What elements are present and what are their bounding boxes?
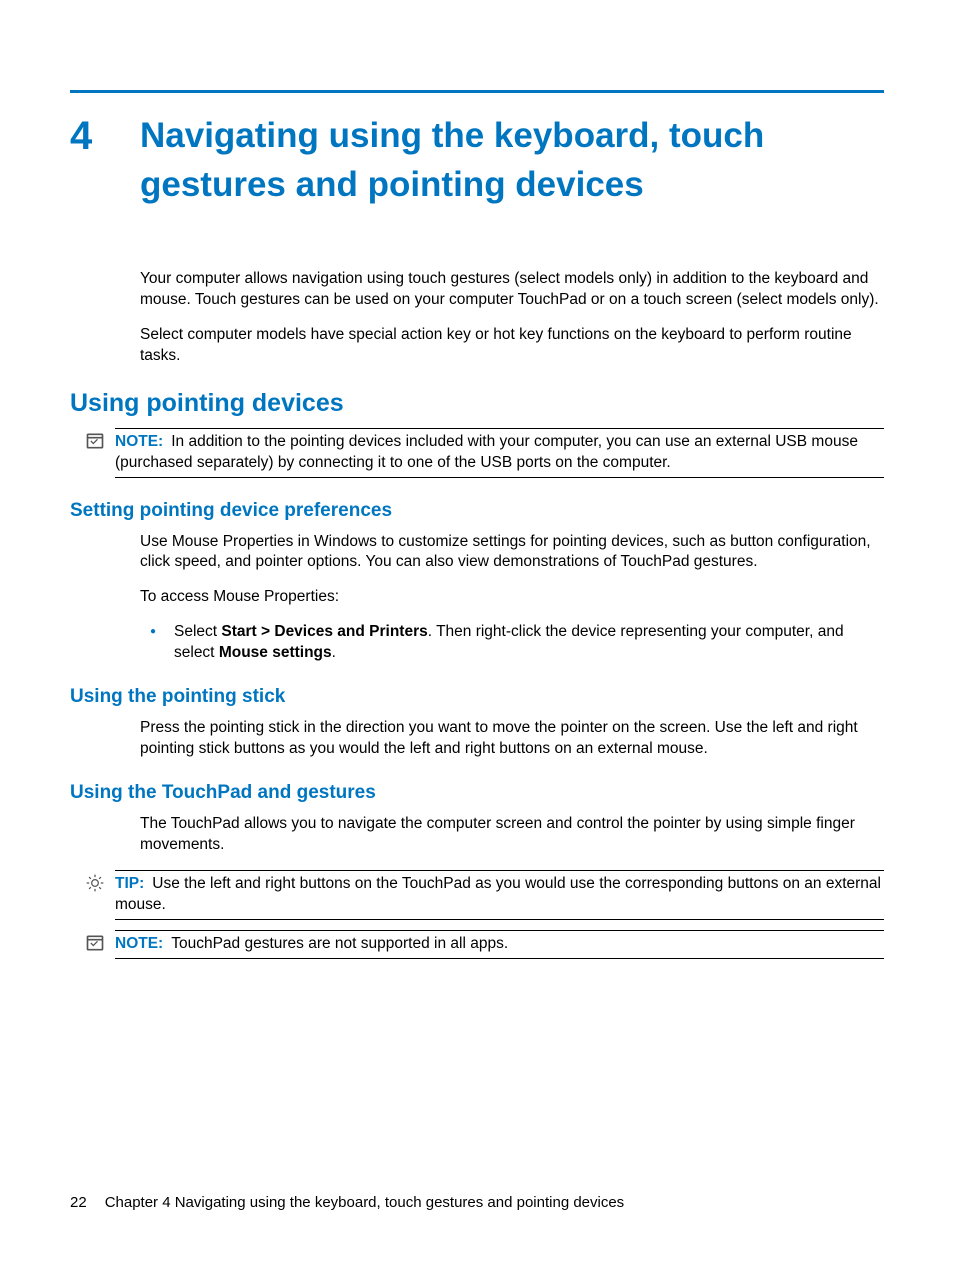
chapter-number: 4: [70, 111, 140, 161]
section3-p1: Press the pointing stick in the directio…: [140, 718, 884, 760]
page-number: 22: [70, 1194, 87, 1211]
note-text: In addition to the pointing devices incl…: [115, 433, 858, 471]
section-heading-setting-preferences: Setting pointing device preferences: [70, 500, 884, 522]
bullet-bold-1: Start > Devices and Printers: [221, 623, 427, 640]
section3-body: Press the pointing stick in the directio…: [140, 718, 884, 760]
intro-paragraph-2: Select computer models have special acti…: [140, 325, 884, 367]
section-heading-using-pointing-devices: Using pointing devices: [70, 389, 884, 418]
bullet-bold-2: Mouse settings: [219, 644, 332, 661]
tip-label: TIP:: [115, 875, 144, 892]
footer-text: Chapter 4 Navigating using the keyboard,…: [105, 1194, 625, 1211]
section2-p2: To access Mouse Properties:: [140, 587, 884, 608]
list-item: Select Start > Devices and Printers. The…: [140, 622, 884, 664]
tip-callout: TIP:Use the left and right buttons on th…: [115, 870, 884, 920]
note-icon: [85, 933, 105, 951]
note-callout: NOTE:In addition to the pointing devices…: [115, 428, 884, 478]
note-label: NOTE:: [115, 935, 163, 952]
section2-body: Use Mouse Properties in Windows to custo…: [140, 532, 884, 665]
note-icon: [85, 431, 105, 449]
chapter-title: Navigating using the keyboard, touch ges…: [140, 111, 884, 209]
section-heading-pointing-stick: Using the pointing stick: [70, 686, 884, 708]
section2-p1: Use Mouse Properties in Windows to custo…: [140, 532, 884, 574]
page-footer: 22 Chapter 4 Navigating using the keyboar…: [70, 1194, 624, 1211]
document-page: 4 Navigating using the keyboard, touch g…: [0, 0, 954, 1271]
top-rule: [70, 90, 884, 93]
note-label: NOTE:: [115, 433, 163, 450]
intro-paragraph-1: Your computer allows navigation using to…: [140, 269, 884, 311]
tip-icon: [85, 873, 105, 891]
tip-text: Use the left and right buttons on the To…: [115, 875, 881, 913]
section-heading-touchpad-gestures: Using the TouchPad and gestures: [70, 782, 884, 804]
section4-p1: The TouchPad allows you to navigate the …: [140, 814, 884, 856]
section4-body: The TouchPad allows you to navigate the …: [140, 814, 884, 856]
bullet-text-post: .: [332, 644, 336, 661]
note-text: TouchPad gestures are not supported in a…: [171, 935, 508, 952]
bullet-list: Select Start > Devices and Printers. The…: [140, 622, 884, 664]
chapter-header: 4 Navigating using the keyboard, touch g…: [70, 111, 884, 209]
bullet-text-pre: Select: [174, 623, 221, 640]
note-callout-2: NOTE: TouchPad gestures are not supported…: [115, 930, 884, 959]
intro-block: Your computer allows navigation using to…: [140, 269, 884, 367]
